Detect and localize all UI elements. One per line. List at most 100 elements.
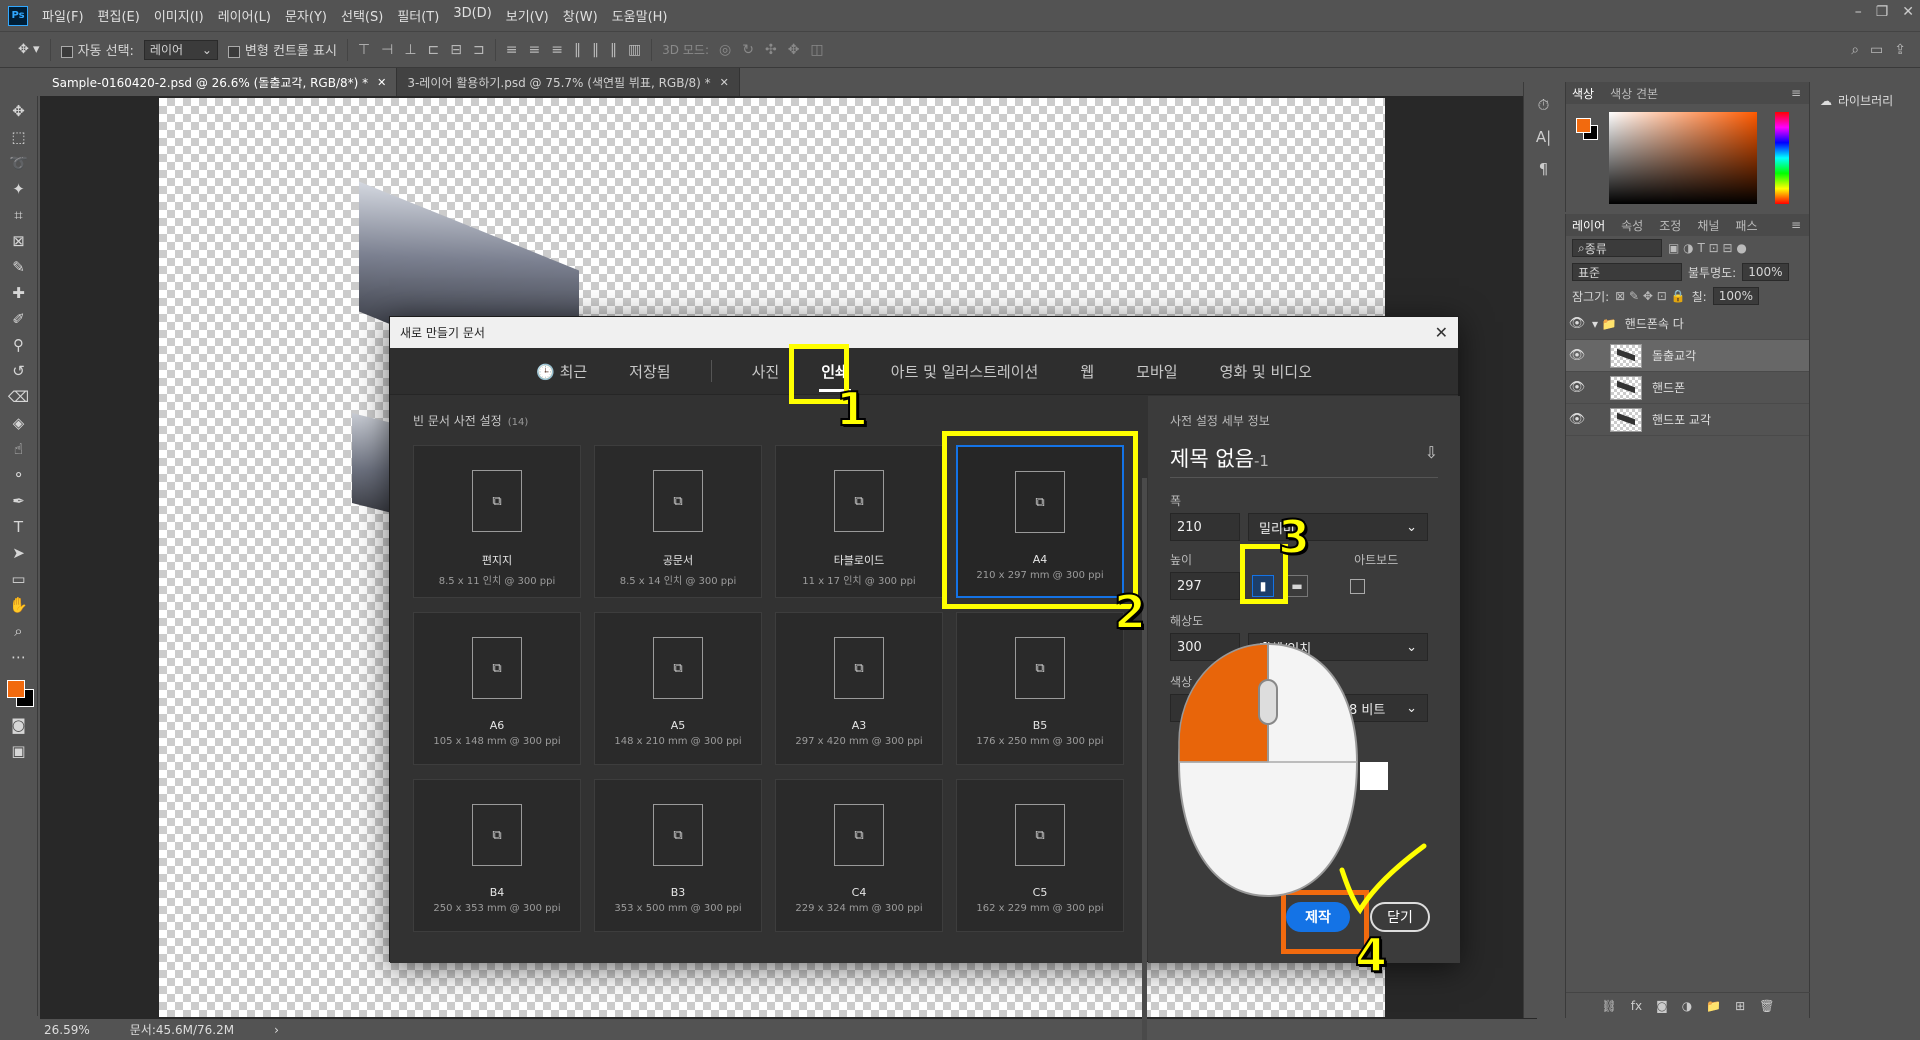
frame-tool-icon[interactable]: ⊠ (7, 232, 31, 250)
align-hcenter-icon[interactable]: ⊟ (450, 42, 462, 58)
move-tool-icon[interactable]: ✥ ▾ (18, 42, 40, 57)
tab-color[interactable]: 색상 (1572, 85, 1594, 102)
save-preset-icon[interactable]: ⇩ (1425, 443, 1438, 473)
width-input[interactable]: 210 (1170, 513, 1240, 541)
preset-card[interactable]: ⧉ B3 353 x 500 mm @ 300 ppi (594, 779, 762, 932)
landscape-orientation-icon[interactable]: ▬ (1286, 575, 1308, 597)
quick-mask-icon[interactable]: ◙ (7, 716, 31, 734)
history-brush-tool-icon[interactable]: ↺ (7, 362, 31, 380)
foreground-color[interactable] (6, 680, 25, 698)
delete-layer-icon[interactable]: 🗑 (1759, 999, 1774, 1013)
distribute-left-icon[interactable]: ‖ (574, 42, 581, 58)
workspace-icon[interactable]: ▭ (1870, 42, 1883, 58)
menu-layer[interactable]: 레이어(L) (218, 6, 271, 25)
tab-channels[interactable]: 채널 (1697, 217, 1719, 234)
shape-tool-icon[interactable]: ▭ (7, 570, 31, 588)
preset-card[interactable]: ⧉ B4 250 x 353 mm @ 300 ppi (413, 779, 581, 932)
crop-tool-icon[interactable]: ⌗ (7, 206, 31, 224)
brush-tool-icon[interactable]: ✐ (7, 310, 31, 328)
auto-select-toggle[interactable]: 자동 선택: (60, 40, 134, 59)
preset-card[interactable]: ⧉ A3 297 x 420 mm @ 300 ppi (775, 612, 943, 765)
menu-select[interactable]: 선택(S) (341, 6, 383, 25)
document-name-field[interactable]: 제목 없음-1 ⇩ (1170, 443, 1438, 478)
paragraph-panel-icon[interactable]: ¶ (1539, 160, 1549, 178)
dodge-tool-icon[interactable]: ⚬ (7, 466, 31, 484)
hand-tool-icon[interactable]: ✋ (7, 596, 31, 614)
close-tab-icon[interactable]: ✕ (377, 76, 386, 89)
tab-recent[interactable]: 🕒 최근 (534, 361, 589, 382)
pan-3d-icon[interactable]: ✣ (765, 42, 777, 58)
restore-icon[interactable]: ❐ (1876, 4, 1889, 20)
adjustment-icon[interactable]: ◑ (1682, 999, 1692, 1013)
auto-align-icon[interactable]: ▥ (628, 42, 641, 58)
distribute-bottom-icon[interactable]: ≡ (551, 42, 563, 58)
libraries-button[interactable]: ☁ 라이브러리 (1810, 82, 1920, 119)
tab-document-2[interactable]: 3-레이어 활용하기.psd @ 75.7% (색연필 뷔표, RGB/8) *… (397, 68, 740, 96)
new-group-icon[interactable]: 📁 (1706, 999, 1721, 1013)
align-bottom-icon[interactable]: ⊥ (404, 42, 416, 58)
distribute-right-icon[interactable]: ‖ (610, 42, 617, 58)
blend-mode-dropdown[interactable]: 표준 (1572, 263, 1682, 281)
distribute-top-icon[interactable]: ≡ (506, 42, 518, 58)
menu-image[interactable]: 이미지(I) (154, 6, 204, 25)
menu-type[interactable]: 문자(Y) (285, 6, 327, 25)
share-icon[interactable]: ⇪ (1894, 42, 1906, 58)
zoom-level[interactable]: 26.59% (44, 1023, 90, 1037)
preset-card[interactable]: ⧉ C5 162 x 229 mm @ 300 ppi (956, 779, 1124, 932)
layer-row[interactable]: 👁 핸드폰 (1566, 372, 1809, 404)
screen-mode-icon[interactable]: ▣ (7, 742, 31, 760)
artboard-checkbox[interactable] (1350, 578, 1365, 594)
link-layers-icon[interactable]: ⛓ (1602, 999, 1617, 1013)
type-tool-icon[interactable]: T (7, 518, 31, 536)
foreground-color[interactable] (1576, 118, 1591, 133)
distribute-hcenter-icon[interactable]: ‖ (592, 42, 599, 58)
tab-adjustments[interactable]: 조정 (1659, 217, 1681, 234)
color-picker-field[interactable] (1609, 112, 1757, 204)
tab-paths[interactable]: 패스 (1735, 217, 1757, 234)
unit-dropdown[interactable]: 밀리미터 ⌄ (1248, 513, 1428, 541)
roll-3d-icon[interactable]: ↻ (742, 42, 754, 58)
smudge-tool-icon[interactable]: ☝ (7, 440, 31, 458)
lasso-tool-icon[interactable]: ➰ (7, 154, 31, 172)
align-right-icon[interactable]: ⊐ (473, 42, 485, 58)
stamp-tool-icon[interactable]: ⚲ (7, 336, 31, 354)
panel-menu-icon[interactable]: ≡ (1791, 86, 1801, 100)
search-icon[interactable]: ⌕ (1851, 42, 1859, 58)
tab-properties[interactable]: 속성 (1621, 217, 1643, 234)
menu-edit[interactable]: 편집(E) (98, 6, 140, 25)
visibility-eye-icon[interactable]: 👁 (1566, 380, 1588, 395)
tab-film-video[interactable]: 영화 및 비디오 (1218, 361, 1314, 382)
scale-3d-icon[interactable]: ◫ (810, 42, 823, 58)
healing-brush-tool-icon[interactable]: ✚ (7, 284, 31, 302)
tab-swatches[interactable]: 색상 견본 (1610, 85, 1658, 102)
fx-icon[interactable]: fx (1631, 999, 1642, 1013)
visibility-eye-icon[interactable]: 👁 (1566, 348, 1588, 363)
auto-select-dropdown[interactable]: 레이어 ⌄ (143, 39, 218, 60)
character-panel-icon[interactable]: A| (1536, 128, 1551, 146)
close-tab-icon[interactable]: ✕ (720, 76, 729, 89)
tab-web[interactable]: 웹 (1078, 361, 1096, 382)
panel-menu-icon[interactable]: ≡ (1791, 218, 1801, 232)
preset-card[interactable]: ⧉ 타블로이드 11 x 17 인치 @ 300 ppi (775, 445, 943, 598)
magic-wand-tool-icon[interactable]: ✦ (7, 180, 31, 198)
menu-help[interactable]: 도움말(H) (612, 6, 668, 25)
mask-icon[interactable]: ◙ (1656, 999, 1668, 1013)
menu-3d[interactable]: 3D(D) (453, 6, 491, 25)
visibility-eye-icon[interactable]: 👁 (1566, 412, 1588, 427)
tab-art-illustration[interactable]: 아트 및 일러스트레이션 (889, 361, 1041, 382)
tab-document-1[interactable]: Sample-0160420-2.psd @ 26.6% (돌출교각, RGB/… (42, 68, 398, 96)
paint-bucket-tool-icon[interactable]: ◈ (7, 414, 31, 432)
menu-window[interactable]: 창(W) (563, 6, 598, 25)
close-window-icon[interactable]: ✕ (1902, 4, 1914, 20)
preset-card[interactable]: ⧉ C4 229 x 324 mm @ 300 ppi (775, 779, 943, 932)
visibility-eye-icon[interactable]: 👁 (1566, 316, 1588, 331)
align-vcenter-icon[interactable]: ⊣ (381, 42, 393, 58)
presets-scrollbar[interactable] (1142, 478, 1147, 1040)
slide-3d-icon[interactable]: ✥ (788, 42, 800, 58)
layer-row[interactable]: 👁 핸드포 교각 (1566, 404, 1809, 436)
layer-kind-filter[interactable]: ⌕ 종류 (1572, 239, 1662, 257)
minimize-icon[interactable]: – (1855, 4, 1862, 20)
menu-file[interactable]: 파일(F) (42, 6, 84, 25)
align-top-icon[interactable]: ⊤ (358, 42, 370, 58)
height-input[interactable]: 297 (1170, 572, 1240, 600)
